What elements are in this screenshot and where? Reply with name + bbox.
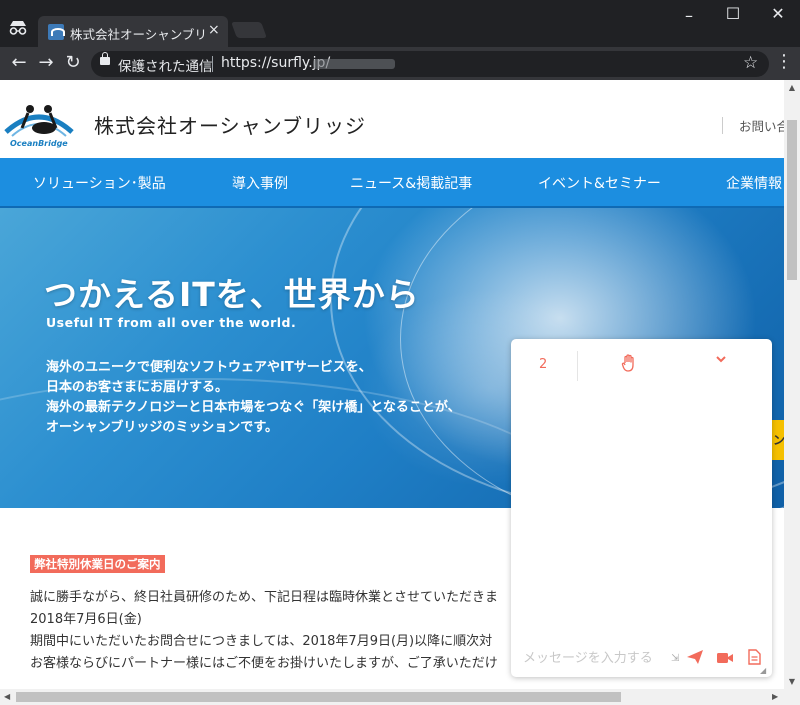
- reload-icon[interactable]: ↻: [62, 52, 84, 74]
- minimize-icon[interactable]: –: [666, 6, 712, 25]
- browser-window: 株式会社オーシャンブリッジ × – ☐ ✕ ← → ↻ 保護された通信 http…: [0, 0, 800, 705]
- secure-label: 保護された通信: [118, 59, 213, 75]
- hand-icon[interactable]: [621, 354, 637, 372]
- scroll-right-icon[interactable]: ▶: [772, 692, 778, 701]
- notice-badge: 弊社特別休業日のご案内: [30, 555, 165, 573]
- nav-item-case-studies[interactable]: 導入事例: [232, 173, 288, 193]
- main-nav: ソリューション･製品 導入事例 ニュース&掲載記事 イベント&セミナー 企業情報: [0, 158, 784, 208]
- menu-icon[interactable]: ⋮: [775, 51, 793, 72]
- side-banner-tab[interactable]: ン: [772, 420, 784, 460]
- header-separator: [722, 117, 723, 134]
- lock-icon: [100, 52, 110, 65]
- title-bar: 株式会社オーシャンブリッジ × – ☐ ✕: [0, 0, 800, 47]
- bookmark-star-icon[interactable]: ☆: [743, 53, 758, 73]
- tab-title: 株式会社オーシャンブリッジ: [70, 27, 205, 42]
- widget-resize-grip-icon[interactable]: ◢: [760, 666, 766, 675]
- vertical-scroll-thumb[interactable]: [787, 120, 797, 280]
- notice-line: お客様ならびにパートナー様にはご不便をお掛けいたしますが、ご了承いただけ: [30, 656, 498, 671]
- hero-subtitle: Useful IT from all over the world.: [46, 315, 297, 330]
- send-icon[interactable]: [686, 649, 704, 665]
- new-tab-button[interactable]: [231, 22, 267, 38]
- company-name: 株式会社オーシャンブリッジ: [94, 114, 366, 138]
- tab-close-button[interactable]: ×: [208, 22, 220, 38]
- scroll-up-icon[interactable]: ▲: [784, 83, 800, 92]
- hero-line: 海外の最新テクノロジーと日本市場をつなぐ「架け橋」となることが、: [46, 400, 461, 415]
- nav-item-events[interactable]: イベント&セミナー: [538, 173, 661, 193]
- notice-line: 誠に勝手ながら、終日社員研修のため、下記日程は臨時休業とさせていただきま: [30, 590, 499, 605]
- logo-wordmark: OceanBridge: [10, 139, 68, 148]
- browser-tab[interactable]: 株式会社オーシャンブリッジ ×: [38, 16, 228, 47]
- horizontal-scroll-thumb[interactable]: [16, 692, 621, 702]
- contact-link[interactable]: お問い合: [739, 116, 784, 135]
- site-header: OceanBridge 株式会社オーシャンブリッジ お問い合: [0, 80, 784, 158]
- back-icon[interactable]: ←: [8, 52, 30, 74]
- scroll-down-icon[interactable]: ▼: [784, 677, 800, 686]
- scroll-left-icon[interactable]: ◀: [4, 692, 10, 701]
- nav-item-news[interactable]: ニュース&掲載記事: [350, 173, 472, 193]
- vertical-scrollbar[interactable]: ▲ ▼: [784, 80, 800, 689]
- nav-item-company[interactable]: 企業情報: [726, 173, 782, 193]
- participant-count[interactable]: 2: [539, 357, 547, 372]
- browser-toolbar: ← → ↻ 保護された通信 https://surfly.jp/ ☆ ⋮: [0, 47, 800, 80]
- side-banner-text: ン: [773, 433, 784, 447]
- hero-line: 海外のユニークで便利なソフトウェアやITサービスを、: [46, 360, 372, 375]
- maximize-icon[interactable]: ☐: [710, 4, 756, 23]
- address-bar[interactable]: 保護された通信 https://surfly.jp/ ☆: [91, 51, 769, 77]
- address-url-redacted: [313, 59, 395, 69]
- notice-line: 期間中にいただいたお問合せにつきましては、2018年7月9日(月)以降に順次対: [30, 634, 493, 649]
- address-separator: [212, 56, 213, 72]
- chat-header-separator: [577, 351, 578, 381]
- hero-line: 日本のお客さまにお届けする。: [46, 380, 229, 395]
- video-icon[interactable]: [716, 651, 734, 665]
- hero-description: 海外のユニークで便利なソフトウェアやITサービスを、 日本のお客さまにお届けする…: [46, 358, 461, 438]
- textarea-resize-icon[interactable]: ⇲: [671, 653, 679, 664]
- message-input[interactable]: メッセージを入力する: [523, 647, 653, 666]
- nav-item-solutions[interactable]: ソリューション･製品: [33, 173, 166, 193]
- forward-icon[interactable]: →: [35, 52, 57, 74]
- favicon-icon: [48, 24, 65, 40]
- notice-line: 2018年7月6日(金): [30, 612, 142, 627]
- chat-widget: 2 メッセージを入力する ⇲ ◢: [511, 339, 772, 677]
- hero-title: つかえるITを、世界から: [44, 275, 420, 314]
- incognito-icon: [9, 21, 27, 35]
- close-window-icon[interactable]: ✕: [755, 4, 800, 23]
- document-icon[interactable]: [748, 649, 761, 665]
- hero-line: オーシャンブリッジのミッションです。: [46, 420, 279, 435]
- horizontal-scrollbar[interactable]: ◀ ▶: [0, 689, 800, 705]
- chevron-down-icon[interactable]: [715, 354, 727, 364]
